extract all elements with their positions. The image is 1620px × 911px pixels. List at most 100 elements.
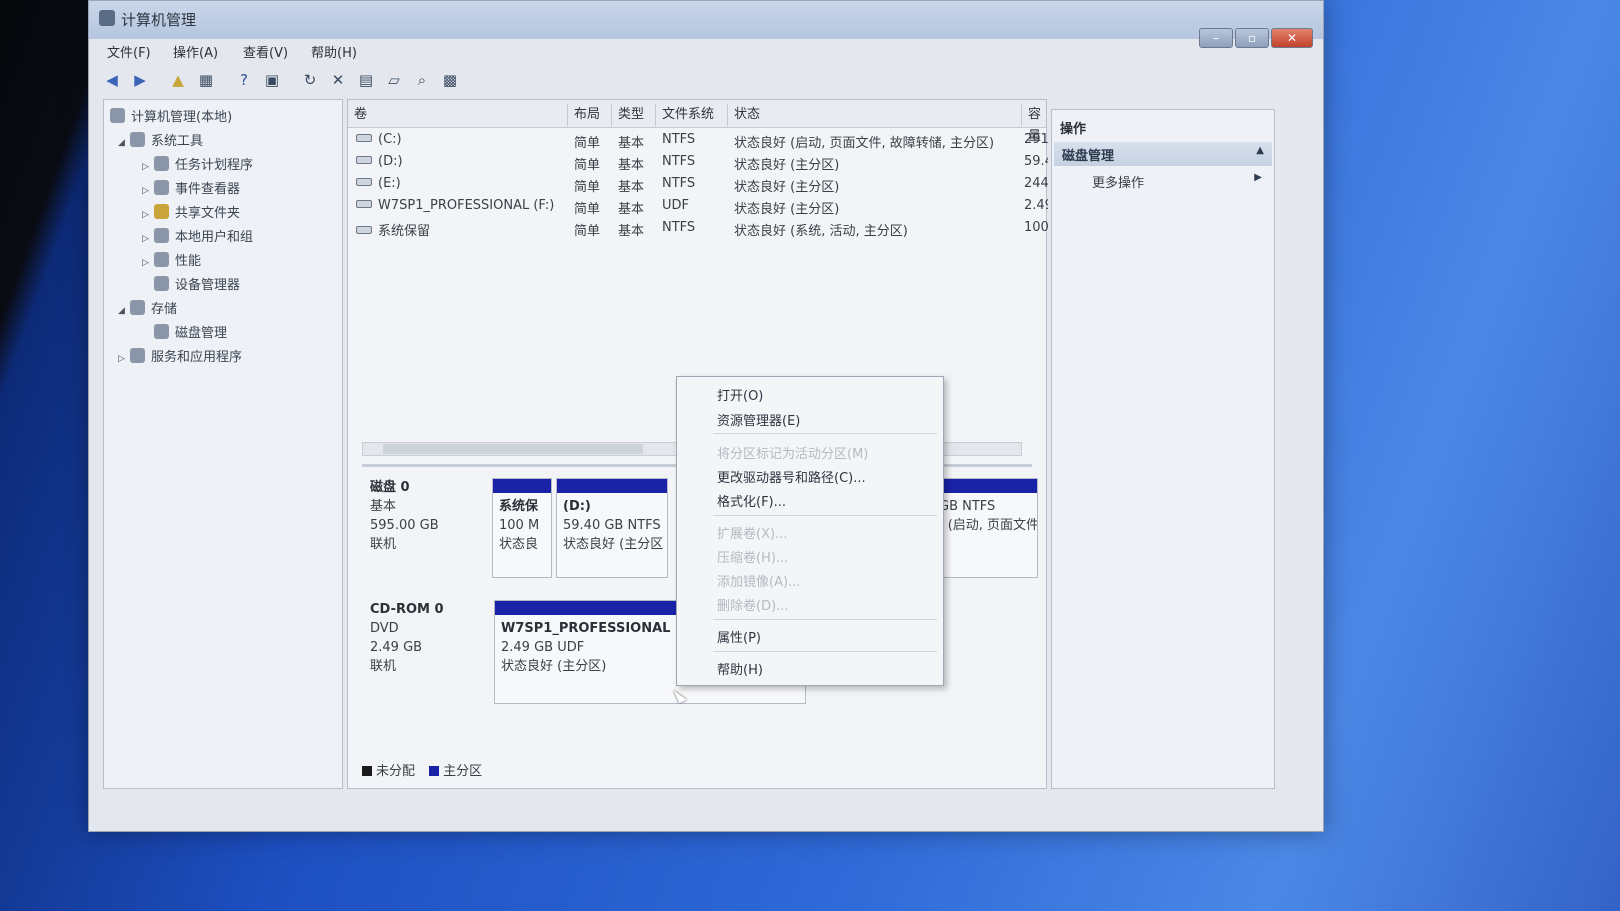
actions-section-disk-management[interactable]: 磁盘管理 ▲ bbox=[1054, 142, 1272, 166]
up-folder-icon[interactable]: ▲ bbox=[167, 69, 189, 91]
column-type[interactable]: 类型 bbox=[612, 104, 656, 126]
volume-type: 基本 bbox=[618, 180, 645, 195]
window-title: 计算机管理 bbox=[121, 11, 197, 29]
partition-name: (D:) bbox=[563, 499, 591, 514]
back-arrow-icon[interactable]: ◀ bbox=[101, 69, 123, 91]
volume-row[interactable]: 系统保留 简单 基本 NTFS 状态良好 (系统, 活动, 主分区) 100 I bbox=[348, 218, 1048, 240]
volume-status: 状态良好 (启动, 页面文件, 故障转储, 主分区) bbox=[734, 136, 995, 151]
disk-icon[interactable]: ▩ bbox=[439, 69, 461, 91]
volume-row[interactable]: (D:) 简单 基本 NTFS 状态良好 (主分区) 59.4( bbox=[348, 152, 1048, 174]
submenu-arrow-icon: ▶ bbox=[1254, 172, 1262, 183]
menu-mark-active: 将分区标记为活动分区(M) bbox=[717, 447, 869, 462]
legend-unallocated: 未分配 bbox=[376, 764, 416, 779]
delete-icon[interactable]: ✕ bbox=[327, 69, 349, 91]
volume-row[interactable]: (E:) 简单 基本 NTFS 状态良好 (主分区) 244. bbox=[348, 174, 1048, 196]
users-icon bbox=[154, 228, 169, 243]
expand-arrow-icon[interactable]: ▷ bbox=[142, 210, 154, 220]
volume-row[interactable]: W7SP1_PROFESSIONAL (F:) 简单 基本 UDF 状态良好 (… bbox=[348, 196, 1048, 218]
tree-event-viewer[interactable]: ▷ 事件查看器 bbox=[142, 178, 240, 197]
tree-root[interactable]: 计算机管理(本地) bbox=[110, 106, 232, 125]
volume-name: (E:) bbox=[356, 176, 566, 191]
expand-arrow-icon[interactable]: ▷ bbox=[142, 258, 154, 268]
menu-extend: 扩展卷(X)... bbox=[717, 527, 788, 542]
tree-services[interactable]: ▷ 服务和应用程序 bbox=[118, 346, 242, 365]
volume-type: 基本 bbox=[618, 202, 645, 217]
more-actions[interactable]: 更多操作 bbox=[1092, 172, 1144, 191]
show-hide-icon[interactable]: ▣ bbox=[261, 69, 283, 91]
menu-separator bbox=[713, 619, 937, 620]
open-icon[interactable]: ▱ bbox=[383, 69, 405, 91]
volume-name-text: W7SP1_PROFESSIONAL (F:) bbox=[378, 198, 555, 213]
scrollbar-thumb[interactable] bbox=[383, 444, 643, 454]
menu-help-item[interactable]: 帮助(H) bbox=[717, 659, 763, 678]
tree-storage[interactable]: ◢ 存储 bbox=[118, 298, 177, 317]
menu-properties[interactable]: 属性(P) bbox=[717, 627, 761, 646]
expand-arrow-icon[interactable]: ▷ bbox=[142, 186, 154, 196]
volume-name-text: (C:) bbox=[378, 132, 402, 147]
storage-icon bbox=[130, 300, 145, 315]
tree-system-tools[interactable]: ◢ 系统工具 bbox=[118, 130, 203, 149]
cdrom0-state: 联机 bbox=[370, 659, 397, 674]
collapse-arrow-icon[interactable]: ◢ bbox=[118, 138, 130, 148]
tree-shared-folders[interactable]: ▷ 共享文件夹 bbox=[142, 202, 240, 221]
title-bar[interactable]: 计算机管理 – ▫ ✕ bbox=[89, 1, 1323, 48]
column-capacity[interactable]: 容量 bbox=[1022, 104, 1048, 144]
column-volume[interactable]: 卷 bbox=[348, 104, 568, 126]
volume-capacity: 244. bbox=[1024, 176, 1048, 191]
expand-arrow-icon[interactable]: ▷ bbox=[118, 354, 130, 364]
menu-action[interactable]: 操作(A) bbox=[173, 42, 218, 61]
column-filesystem[interactable]: 文件系统 bbox=[656, 104, 728, 126]
tree-event-viewer-label: 事件查看器 bbox=[175, 182, 241, 197]
device-manager-icon bbox=[154, 276, 169, 291]
volume-row[interactable]: (C:) 简单 基本 NTFS 状态良好 (启动, 页面文件, 故障转储, 主分… bbox=[348, 130, 1048, 152]
collapse-up-icon[interactable]: ▲ bbox=[1256, 145, 1264, 156]
disk0-info[interactable]: 磁盘 0 基本 595.00 GB 联机 bbox=[370, 478, 439, 554]
partition-d[interactable]: (D:) 59.40 GB NTFS 状态良好 (主分区 bbox=[556, 478, 668, 578]
cdrom0-info[interactable]: CD-ROM 0 DVD 2.49 GB 联机 bbox=[370, 600, 444, 676]
console-tree-icon[interactable]: ▦ bbox=[195, 69, 217, 91]
volume-status: 状态良好 (主分区) bbox=[734, 158, 840, 173]
menu-help[interactable]: 帮助(H) bbox=[311, 42, 357, 61]
expand-arrow-icon[interactable]: ▷ bbox=[142, 234, 154, 244]
help-icon[interactable]: ? bbox=[233, 69, 255, 91]
refresh-icon[interactable]: ↻ bbox=[299, 69, 321, 91]
volume-list-header: 卷 布局 类型 文件系统 状态 容量 bbox=[348, 100, 1048, 144]
column-layout[interactable]: 布局 bbox=[568, 104, 612, 126]
search-icon[interactable]: ⌕ bbox=[411, 69, 433, 91]
partition-system-reserved[interactable]: 系统保 100 M 状态良 bbox=[492, 478, 552, 578]
shared-folder-icon bbox=[154, 204, 169, 219]
volume-capacity: 100 I bbox=[1024, 220, 1048, 235]
volume-filesystem: NTFS bbox=[662, 154, 696, 169]
context-menu: 打开(O) 资源管理器(E) 将分区标记为活动分区(M) 更改驱动器号和路径(C… bbox=[676, 376, 944, 686]
forward-arrow-icon[interactable]: ▶ bbox=[129, 69, 151, 91]
drive-icon bbox=[356, 134, 372, 142]
tree-task-scheduler[interactable]: ▷ 任务计划程序 bbox=[142, 154, 253, 173]
menu-separator bbox=[713, 433, 937, 434]
volume-name-text: (E:) bbox=[378, 176, 401, 191]
menu-open[interactable]: 打开(O) bbox=[717, 385, 763, 404]
collapse-arrow-icon[interactable]: ◢ bbox=[118, 306, 130, 316]
properties-icon[interactable]: ▤ bbox=[355, 69, 377, 91]
expand-arrow-icon[interactable]: ▷ bbox=[142, 162, 154, 172]
menu-format[interactable]: 格式化(F)... bbox=[717, 491, 786, 510]
tree-shared-folders-label: 共享文件夹 bbox=[175, 206, 241, 221]
volume-type: 基本 bbox=[618, 158, 645, 173]
menu-file[interactable]: 文件(F) bbox=[107, 42, 151, 61]
menu-change-drive-letter[interactable]: 更改驱动器号和路径(C)... bbox=[717, 467, 866, 486]
menu-view[interactable]: 查看(V) bbox=[243, 42, 288, 61]
disk0-kind: 基本 bbox=[370, 499, 397, 514]
volume-status: 状态良好 (主分区) bbox=[734, 202, 840, 217]
tree-disk-management[interactable]: 磁盘管理 bbox=[154, 322, 227, 341]
column-status[interactable]: 状态 bbox=[728, 104, 1022, 126]
menu-explore[interactable]: 资源管理器(E) bbox=[717, 410, 800, 429]
legend: 未分配 主分区 bbox=[362, 760, 482, 779]
legend-primary: 主分区 bbox=[443, 764, 483, 779]
menu-shrink: 压缩卷(H)... bbox=[717, 551, 789, 566]
volume-layout: 简单 bbox=[574, 202, 601, 217]
clock-icon bbox=[154, 156, 169, 171]
tree-device-manager[interactable]: 设备管理器 bbox=[154, 274, 240, 293]
partition-status: 状态良好 (主分区 bbox=[563, 537, 664, 552]
partition-c[interactable]: GB NTFS f (启动, 页面文件 bbox=[932, 478, 1038, 578]
tree-performance[interactable]: ▷ 性能 bbox=[142, 250, 201, 269]
tree-local-users[interactable]: ▷ 本地用户和组 bbox=[142, 226, 253, 245]
